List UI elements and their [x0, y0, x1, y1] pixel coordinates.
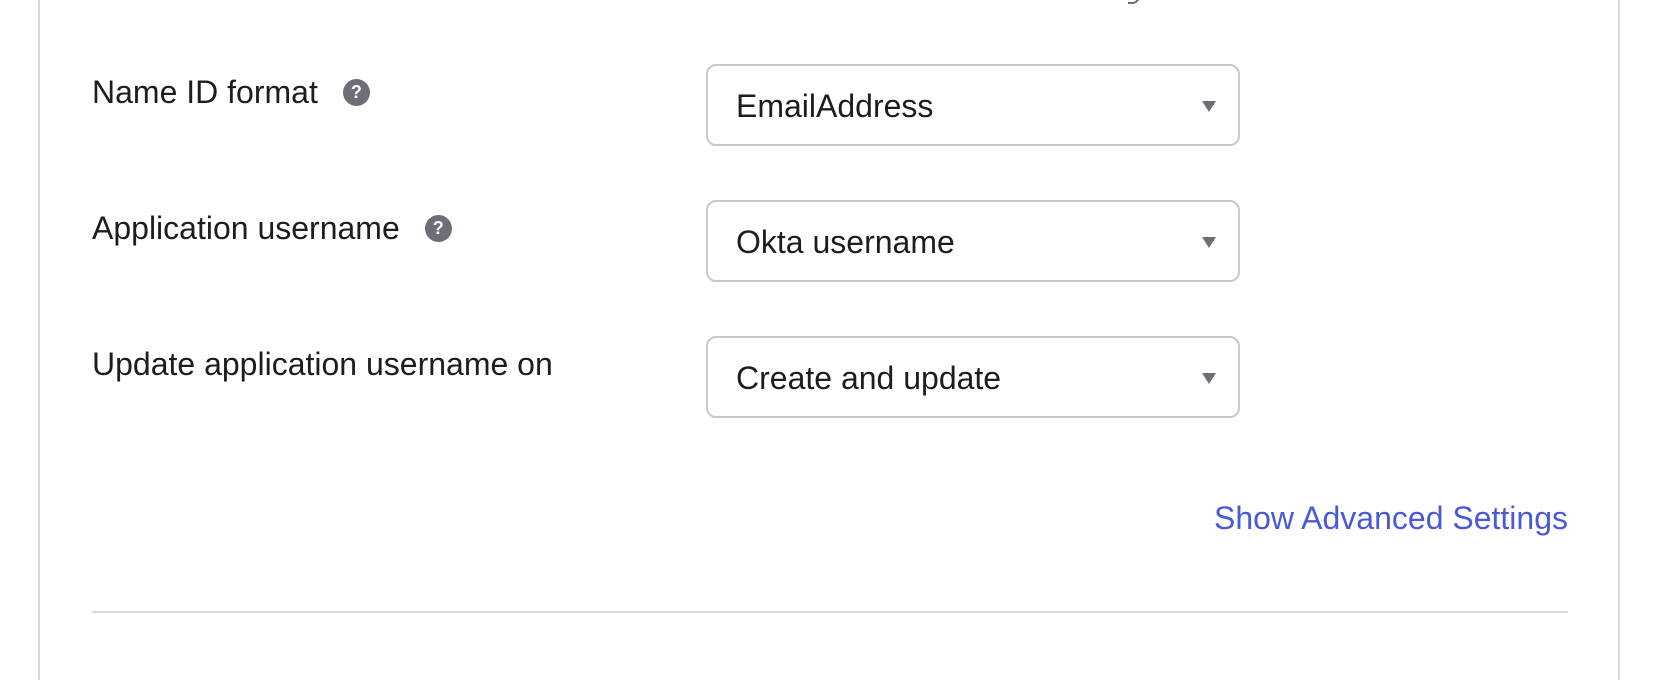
- name-id-format-label: Name ID format: [92, 74, 318, 110]
- field-row-update-username-on: Update application username on Create an…: [92, 336, 1240, 418]
- caret-down-icon: [1202, 237, 1216, 248]
- field-row-name-id-format: Name ID format ? EmailAddress: [92, 64, 1240, 146]
- name-id-format-value: EmailAddress: [736, 88, 934, 124]
- field-row-application-username: Application username ? Okta username: [92, 200, 1240, 282]
- caret-down-icon: [1202, 101, 1216, 112]
- update-username-on-select[interactable]: Create and update: [706, 336, 1240, 418]
- application-username-label: Application username: [92, 210, 400, 246]
- application-username-value: Okta username: [736, 224, 955, 260]
- field-label-container: Name ID format ?: [92, 72, 370, 112]
- field-label-container: Application username ?: [92, 208, 452, 248]
- help-icon[interactable]: ?: [424, 214, 452, 242]
- update-username-on-label: Update application username on: [92, 346, 553, 382]
- field-label-container: Update application username on: [92, 344, 553, 384]
- help-icon[interactable]: ?: [342, 78, 370, 106]
- section-divider: [92, 611, 1568, 613]
- update-username-on-value: Create and update: [736, 360, 1002, 396]
- caret-down-icon: [1202, 373, 1216, 384]
- name-id-format-select[interactable]: EmailAddress: [706, 64, 1240, 146]
- application-username-select[interactable]: Okta username: [706, 200, 1240, 282]
- show-advanced-settings-link[interactable]: Show Advanced Settings: [1214, 498, 1568, 538]
